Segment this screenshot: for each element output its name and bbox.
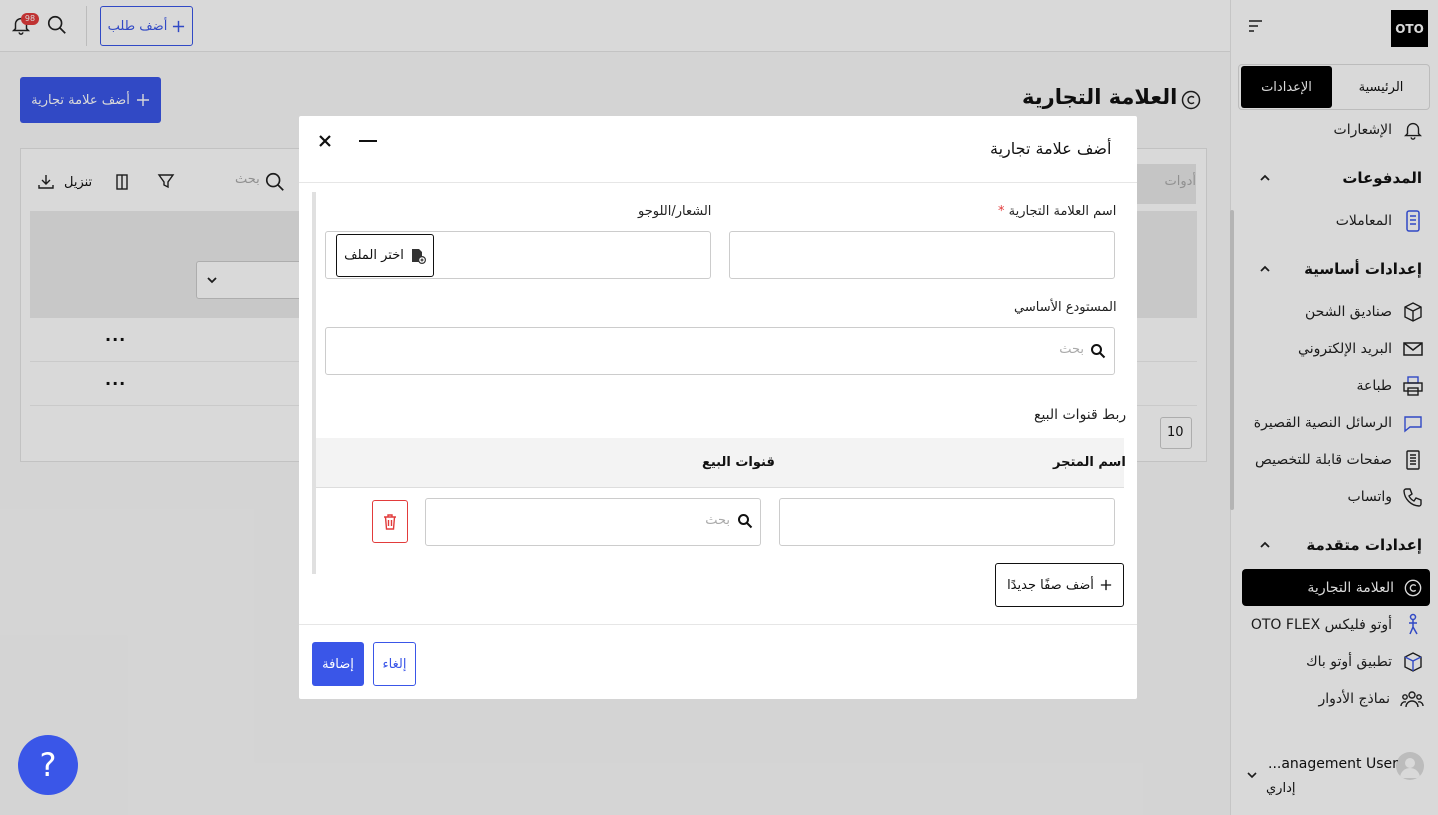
plus-icon: [1100, 579, 1112, 591]
required-mark: *: [998, 204, 1005, 219]
search-placeholder: بحث: [705, 513, 730, 528]
modal-title: أضف علامة تجارية: [990, 139, 1112, 158]
add-new-row-label: أضف صفًا جديدًا: [1007, 577, 1094, 593]
link-sales-channels-label: ربط قنوات البيع: [1034, 407, 1127, 423]
brand-name-label: اسم العلامة التجارية *: [998, 204, 1116, 219]
modal-scrollbar[interactable]: [312, 192, 316, 574]
search-placeholder: بحث: [1059, 342, 1084, 357]
divider: [299, 182, 1137, 183]
file-upload-icon: [411, 248, 426, 264]
divider: [299, 624, 1137, 625]
column-sales-channels: قنوات البيع: [702, 455, 775, 470]
trash-icon: [384, 513, 396, 530]
submit-button[interactable]: إضافة: [312, 642, 364, 686]
delete-row-button[interactable]: [372, 500, 408, 543]
brand-name-label-text: اسم العلامة التجارية: [1008, 204, 1117, 219]
help-button[interactable]: ?: [18, 735, 78, 795]
minimize-icon[interactable]: [359, 140, 377, 142]
close-icon[interactable]: [318, 134, 332, 148]
choose-file-button[interactable]: اختر الملف: [336, 234, 434, 277]
main-warehouse-label: المستودع الأساسي: [1014, 300, 1117, 315]
logo-label: الشعار/اللوجو: [638, 204, 712, 219]
search-icon: [737, 513, 753, 529]
choose-file-label: اختر الملف: [344, 248, 404, 263]
add-new-row-button[interactable]: أضف صفًا جديدًا: [995, 563, 1124, 607]
brand-name-input[interactable]: [729, 231, 1115, 279]
main-warehouse-search-input[interactable]: [325, 327, 1115, 375]
page-size-value: 10: [1167, 425, 1184, 440]
cancel-button[interactable]: إلغاء: [373, 642, 416, 686]
column-store-name: اسم المتجر: [1053, 455, 1126, 470]
store-name-input[interactable]: [779, 498, 1115, 546]
search-icon: [1090, 343, 1106, 359]
